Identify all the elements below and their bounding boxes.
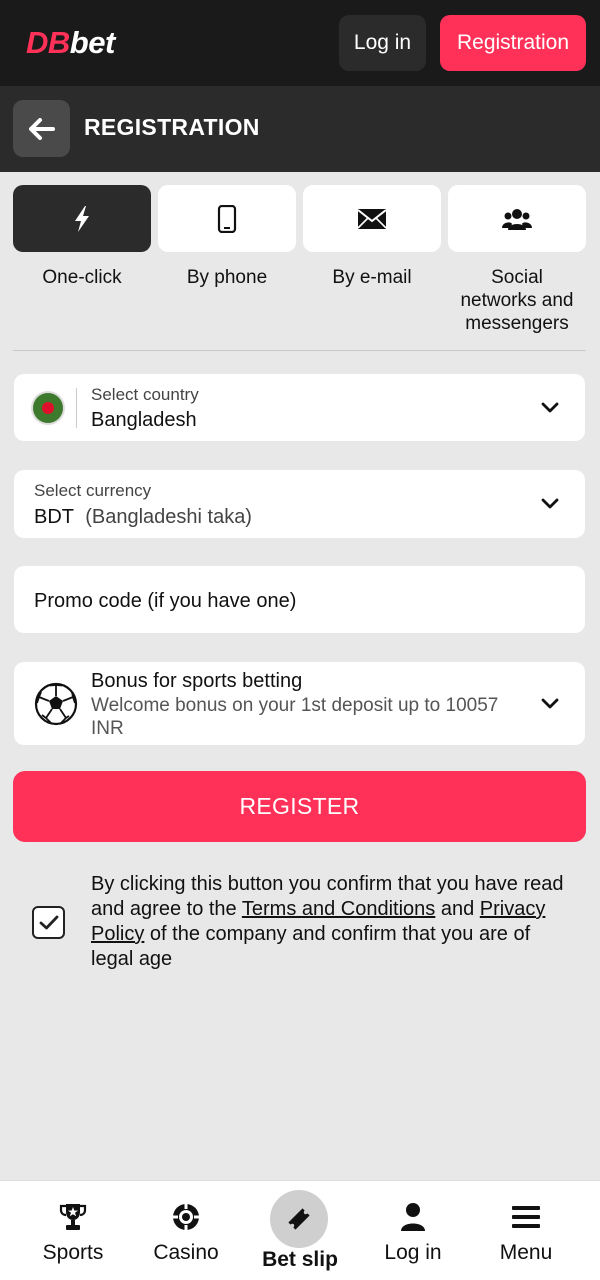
chevron-down-icon xyxy=(541,698,559,708)
ticket-icon xyxy=(288,1208,310,1230)
back-button[interactable] xyxy=(13,100,70,157)
consent-checkbox[interactable] xyxy=(32,906,65,939)
divider xyxy=(13,350,586,351)
currency-select[interactable]: Select currency BDT (Bangladeshi taka) xyxy=(14,470,585,538)
envelope-icon xyxy=(357,208,387,229)
tab-social-networks[interactable] xyxy=(448,185,586,252)
bonus-title: Bonus for sports betting xyxy=(91,670,303,692)
tab-by-email[interactable] xyxy=(303,185,441,252)
consent-text-part: and xyxy=(435,898,480,920)
currency-name: (Bangladeshi taka) xyxy=(85,506,252,528)
checkmark-icon xyxy=(39,915,58,929)
country-value: Bangladesh xyxy=(91,409,197,431)
terms-link[interactable]: Terms and Conditions xyxy=(242,898,435,920)
users-icon xyxy=(502,208,532,230)
promo-code-input[interactable]: Promo code (if you have one) xyxy=(14,566,585,633)
nav-login[interactable]: Log in xyxy=(353,1181,473,1280)
nav-login-label: Log in xyxy=(384,1241,442,1264)
nav-menu-label: Menu xyxy=(499,1241,553,1264)
casino-chip-icon xyxy=(173,1204,199,1230)
chevron-down-icon xyxy=(541,402,559,412)
bangladesh-flag-icon xyxy=(33,393,63,423)
nav-menu[interactable]: Menu xyxy=(466,1181,586,1280)
chevron-down-icon xyxy=(541,498,559,509)
consent-text-part: of the company and confirm that you are … xyxy=(91,923,531,970)
nav-betslip[interactable] xyxy=(270,1190,328,1248)
currency-label: Select currency xyxy=(34,481,152,500)
tab-one-click[interactable] xyxy=(13,185,151,252)
country-label: Select country xyxy=(91,385,199,404)
nav-casino-label: Casino xyxy=(153,1241,219,1264)
bonus-description: Welcome bonus on your 1st deposit up to … xyxy=(91,695,499,739)
tab-label-by-email: By e-mail xyxy=(332,267,412,288)
tab-label-one-click: One-click xyxy=(42,267,122,288)
soccer-ball-icon xyxy=(34,682,78,726)
consent-text: By clicking this button you confirm that… xyxy=(91,872,571,972)
promo-code-placeholder: Promo code (if you have one) xyxy=(34,590,297,612)
dbbet-logo[interactable]: DB bet xyxy=(26,25,116,60)
nav-sports[interactable]: Sports xyxy=(13,1181,133,1280)
country-divider xyxy=(76,388,77,428)
tab-label-social-networks: Social networks and messengers xyxy=(460,267,574,334)
tab-by-phone[interactable] xyxy=(158,185,296,252)
tab-label-by-phone: By phone xyxy=(186,267,268,288)
register-button[interactable]: REGISTER xyxy=(13,771,586,842)
registration-button[interactable]: Registration xyxy=(440,15,586,71)
phone-icon xyxy=(217,204,237,233)
country-select[interactable]: Select country Bangladesh xyxy=(14,374,585,441)
nav-betslip-label: Bet slip xyxy=(262,1248,338,1271)
arrow-left-icon xyxy=(28,117,55,140)
user-icon xyxy=(401,1203,425,1231)
logo-db-text: DB xyxy=(26,25,70,60)
lightning-icon xyxy=(75,205,89,232)
nav-sports-label: Sports xyxy=(42,1241,104,1264)
hamburger-menu-icon xyxy=(512,1206,540,1228)
top-bar: DB bet Log in Registration xyxy=(0,0,600,86)
trophy-icon xyxy=(59,1204,87,1230)
currency-code: BDT xyxy=(34,506,74,528)
logo-bet-text: bet xyxy=(69,25,116,60)
bottom-nav: Sports Casino Bet slip Log in Menu xyxy=(0,1180,600,1280)
login-button[interactable]: Log in xyxy=(339,15,426,71)
currency-value: BDT (Bangladeshi taka) xyxy=(34,506,252,529)
page-title: REGISTRATION xyxy=(84,114,260,140)
page-header: REGISTRATION xyxy=(0,86,600,172)
nav-casino[interactable]: Casino xyxy=(126,1181,246,1280)
bonus-select[interactable]: Bonus for sports betting Welcome bonus o… xyxy=(14,662,585,745)
